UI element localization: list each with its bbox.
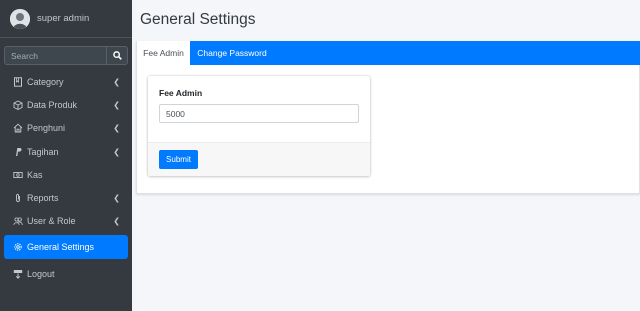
submit-button[interactable]: Submit <box>159 150 198 169</box>
chevron-left-icon: ❮ <box>113 77 120 87</box>
search-button[interactable] <box>106 46 128 65</box>
money-icon <box>12 169 23 180</box>
sidebar-item-general-settings[interactable]: General Settings <box>4 235 128 260</box>
sidebar-item-label: User & Role <box>27 216 76 227</box>
paypal-icon <box>12 146 23 157</box>
user-name[interactable]: super admin <box>37 13 89 24</box>
fee-admin-form: Fee Admin Submit <box>148 76 370 176</box>
gear-icon <box>12 242 23 253</box>
sidebar-item-penghuni[interactable]: Penghuni ❮ <box>0 117 132 140</box>
logout-icon <box>12 268 23 279</box>
fee-admin-input[interactable] <box>159 104 359 123</box>
sidebar-item-label: General Settings <box>27 242 95 253</box>
sidebar-item-category[interactable]: Category ❮ <box>0 70 132 93</box>
sidebar-nav: Category ❮ Data Produk ❮ Penghuni ❮ Tagi… <box>0 70 132 285</box>
chevron-left-icon: ❮ <box>113 216 120 226</box>
chevron-left-icon: ❮ <box>113 100 120 110</box>
sidebar-item-label: Tagihan <box>27 146 59 157</box>
page-title: General Settings <box>140 11 256 28</box>
sidebar-item-label: Data Produk <box>27 99 78 110</box>
tab-fee-admin[interactable]: Fee Admin <box>137 41 190 65</box>
tab-bar: Fee Admin Change Password <box>137 41 640 65</box>
chevron-left-icon: ❮ <box>113 193 120 203</box>
user-panel[interactable]: super admin <box>0 0 132 38</box>
sidebar-item-label: Reports <box>27 193 59 204</box>
sidebar-item-kas[interactable]: Kas <box>0 163 132 186</box>
sidebar-item-data-produk[interactable]: Data Produk ❮ <box>0 93 132 116</box>
sidebar-item-label: Penghuni <box>27 123 66 134</box>
search-icon <box>112 51 122 60</box>
settings-card: Fee Admin Change Password Fee Admin Subm… <box>136 41 640 194</box>
sidebar-item-label: Kas <box>27 169 43 180</box>
paperclip-icon <box>12 193 23 204</box>
sidebar-item-reports[interactable]: Reports ❮ <box>0 186 132 209</box>
sidebar-item-label: Logout <box>27 268 55 279</box>
form-footer: Submit <box>148 142 370 176</box>
sidebar-search <box>4 46 128 65</box>
sidebar-item-tagihan[interactable]: Tagihan ❮ <box>0 140 132 163</box>
bookmark-icon <box>12 76 23 87</box>
content-header: General Settings <box>132 0 640 40</box>
box-icon <box>12 99 23 110</box>
sidebar-item-label: Category <box>27 76 64 87</box>
sidebar-item-user-role[interactable]: User & Role ❮ <box>0 210 132 233</box>
avatar <box>10 8 30 29</box>
home-icon <box>12 123 23 134</box>
users-icon <box>12 216 23 227</box>
chevron-left-icon: ❮ <box>113 147 120 157</box>
sidebar-item-logout[interactable]: Logout <box>0 262 132 285</box>
tab-change-password[interactable]: Change Password <box>193 41 271 65</box>
chevron-left-icon: ❮ <box>113 123 120 133</box>
fee-admin-label: Fee Admin <box>159 88 203 98</box>
search-input[interactable] <box>4 46 106 65</box>
sidebar: super admin Category ❮ Data Produk ❮ <box>0 0 132 311</box>
avatar-image <box>10 8 30 29</box>
